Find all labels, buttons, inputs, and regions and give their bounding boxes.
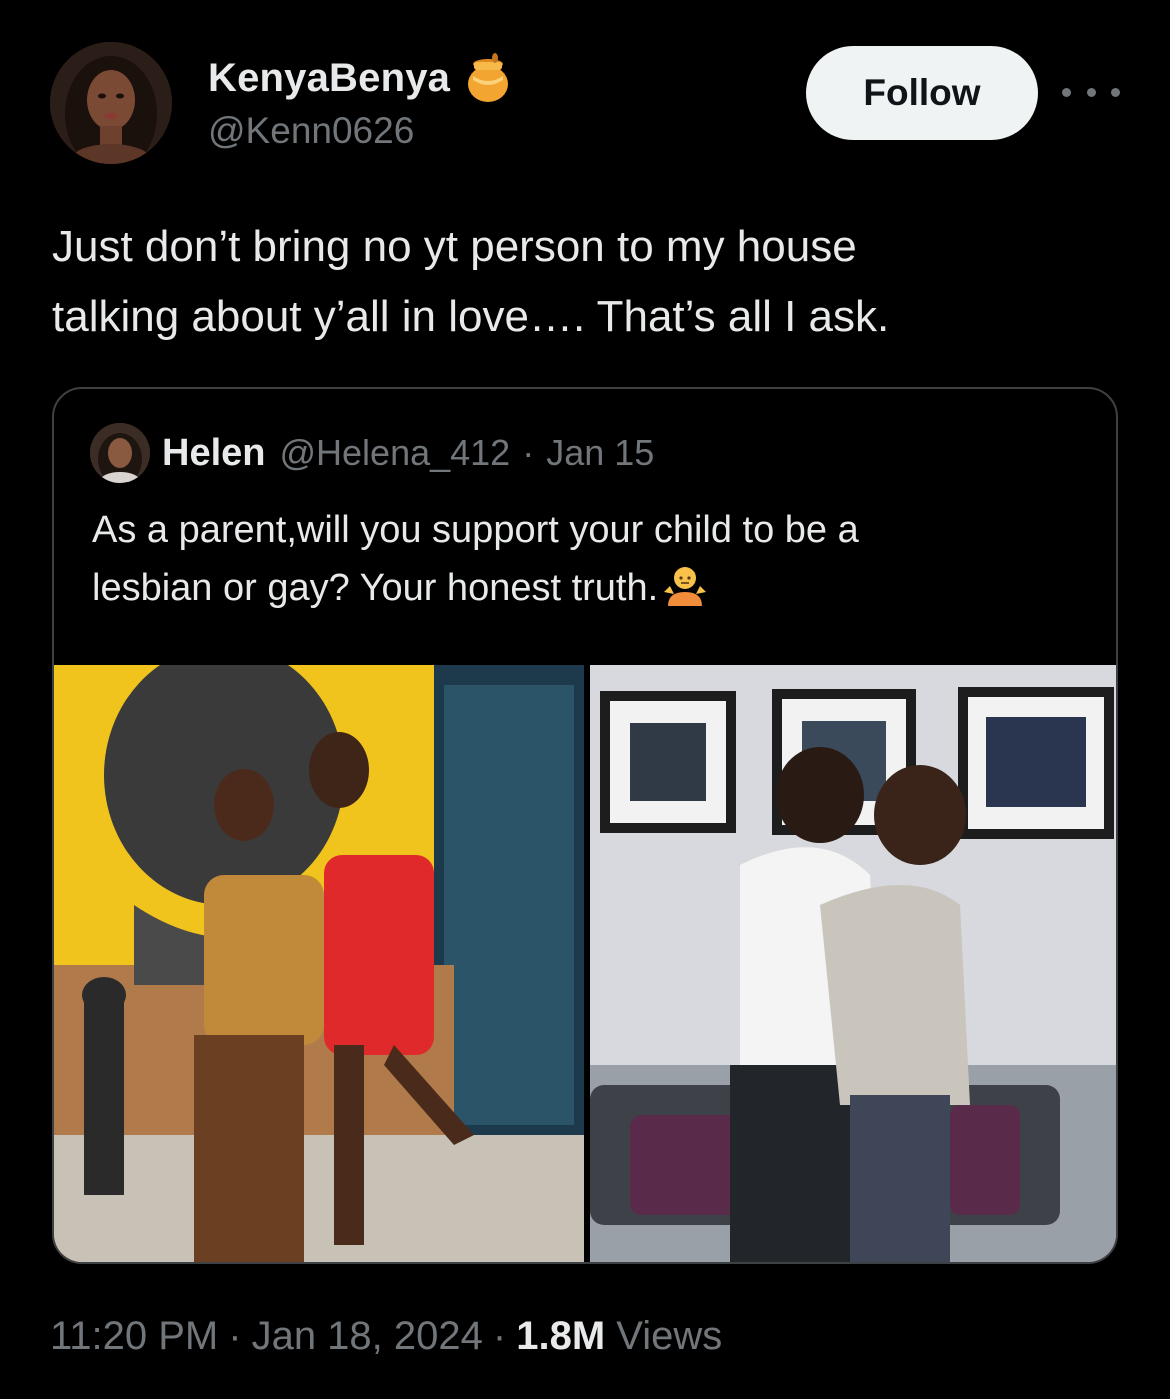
views-count: 1.8M [516, 1314, 606, 1358]
honey-pot-icon [465, 52, 511, 104]
quoted-separator: · [522, 432, 535, 473]
author-avatar[interactable] [50, 42, 172, 164]
quoted-text-line: lesbian or gay? Your honest truth. [92, 559, 1092, 617]
author-name-block: KenyaBenya @Kenn0626 [208, 52, 511, 152]
photo-couple-men[interactable] [590, 665, 1116, 1262]
quoted-date: Jan 15 [546, 432, 655, 473]
author-display-name[interactable]: KenyaBenya [208, 56, 450, 101]
photo-couple-women[interactable] [54, 665, 584, 1262]
follow-button[interactable]: Follow [806, 46, 1038, 140]
tweet-text-line: Just don’t bring no yt person to my hous… [52, 222, 857, 271]
quoted-text-line-content: lesbian or gay? Your honest truth. [92, 567, 659, 609]
tweet-time[interactable]: 11:20 PM [50, 1314, 218, 1358]
quoted-media-grid [54, 665, 1116, 1262]
quoted-tweet-header: Helen @Helena_412 · Jan 15 [90, 423, 654, 483]
quoted-author-name: Helen [162, 431, 266, 474]
author-handle[interactable]: @Kenn0626 [208, 110, 511, 152]
tweet-meta: 11:20 PM · Jan 18, 2024 · 1.8M Views [50, 1314, 722, 1359]
quoted-tweet-card[interactable]: Helen @Helena_412 · Jan 15 As a parent,w… [52, 387, 1118, 1264]
tweet-date[interactable]: Jan 18, 2024 [252, 1314, 483, 1358]
more-options-button[interactable] [1062, 72, 1120, 112]
meta-separator: · [228, 1314, 242, 1358]
tweet-detail: KenyaBenya @Kenn0626 Follow Just don’t b… [0, 0, 1170, 1399]
quoted-author-avatar [90, 423, 150, 483]
quoted-tweet-text: As a parent,will you support your child … [92, 501, 1092, 617]
more-horizontal-icon [1062, 87, 1071, 97]
quoted-author-handle: @Helena_412 [279, 432, 511, 473]
meta-separator: · [492, 1314, 507, 1358]
tweet-text: Just don’t bring no yt person to my hous… [52, 212, 1112, 352]
person-shrugging-emoji [662, 562, 708, 608]
tweet-text-line: talking about y’all in love…. That’s all… [52, 292, 890, 341]
tweet-header: KenyaBenya @Kenn0626 Follow [50, 42, 1120, 166]
views-label: Views [616, 1314, 723, 1358]
quoted-text-line: As a parent,will you support your child … [92, 509, 859, 551]
